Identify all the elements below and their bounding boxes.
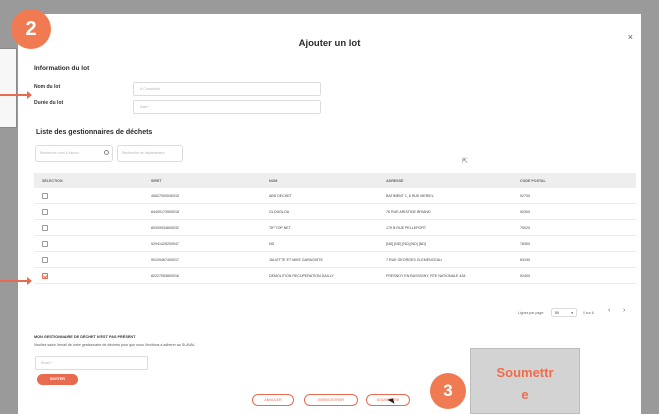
callout-line-2: e [521, 387, 529, 402]
per-page-select[interactable]: 50 ▾ [551, 308, 577, 317]
adresse-cell: BATIMENT 1, 6 RUE MERIEL [386, 193, 434, 198]
table-header: SÉLECTION SIRET NOM ADRESSE CODE POSTAL [34, 173, 636, 188]
step-2-badge: 2 [11, 9, 51, 49]
header-nom: NOM [269, 178, 278, 183]
close-icon[interactable]: × [628, 32, 633, 42]
waste-managers-table: SÉLECTION SIRET NOM ADRESSE CODE POSTAL … [34, 173, 636, 284]
selection-cell [34, 192, 151, 199]
siret-cell: 82227053800016 [151, 273, 179, 278]
mouse-pointer-icon: ⇱ [462, 158, 468, 165]
search-icon [104, 150, 109, 155]
cancel-button[interactable]: ANNULER [252, 394, 294, 406]
row-checkbox[interactable] [42, 224, 48, 231]
nom-cell: ND [269, 241, 275, 246]
lot-name-field[interactable]: À Consolider [133, 82, 321, 96]
lot-name-label: Nom du lot [34, 84, 61, 90]
next-page-icon[interactable]: › [623, 307, 625, 314]
page-range: 0 sur 6 [583, 311, 594, 315]
table-row[interactable]: 84400173900018 GLOUGLOU 76 RUE ARISTIDE BR… [34, 204, 636, 220]
siret-cell: 90109467400017 [151, 257, 179, 262]
siret-cell: 84400173900018 [151, 209, 179, 214]
selection-cell [34, 208, 151, 215]
siret-cell: 80309934600032 [151, 225, 179, 230]
code-postal-cell: 78300 [520, 241, 530, 246]
table-row[interactable]: 80309934600032 TIP TOP NET 179 B RUE PELLE… [34, 220, 636, 236]
table-row[interactable]: 90109467400017 JULIETTE ET MIKE GARAGISTE… [34, 252, 636, 268]
missing-manager-description: Veuillez saisir l'email de votre gestion… [34, 343, 195, 347]
selection-cell [34, 240, 151, 247]
row-checkbox[interactable] [42, 208, 48, 215]
search-placeholder: Recherche nom & raison [40, 151, 79, 155]
arrow-to-selected-row [0, 277, 32, 285]
per-page-value: 50 [555, 311, 559, 315]
table-row[interactable]: 92941425200047 ND [ND] [ND] [ND] [ND] [ND]… [34, 236, 636, 252]
lot-info-title: Information du lot [34, 65, 90, 72]
annotation-side-box [0, 48, 17, 128]
invite-button[interactable]: INVITER [37, 374, 78, 385]
code-postal-cell: 92700 [520, 193, 530, 198]
nom-cell: GLOUGLOU [269, 209, 290, 214]
nom-cell: TIP TOP NET [269, 225, 291, 230]
row-checkbox[interactable] [42, 240, 48, 247]
submit-callout: Soumettr e [470, 348, 580, 414]
row-checkbox[interactable] [42, 256, 48, 263]
siret-cell: 92941425200047 [151, 241, 179, 246]
nom-cell: DEMOLITION RECUPERATION DAILLY [269, 273, 334, 278]
prev-page-icon[interactable]: ‹ [608, 307, 610, 314]
code-postal-cell: 63190 [520, 257, 530, 262]
header-siret: SIRET [151, 178, 162, 183]
department-filter-input[interactable]: Recherche de département [117, 145, 183, 162]
selection-cell [34, 224, 151, 231]
callout-line-1: Soumettr [496, 365, 554, 380]
list-title: Liste des gestionnaires de déchets [36, 129, 153, 136]
callout-text: Soumettr e [471, 362, 579, 406]
header-selection: SÉLECTION [42, 178, 63, 183]
chevron-down-icon: ▾ [571, 311, 573, 315]
row-checkbox[interactable] [42, 272, 48, 279]
siret-cell: 40627000040015 [151, 193, 179, 198]
search-input[interactable]: Recherche nom & raison [35, 145, 113, 162]
row-checkbox[interactable] [42, 192, 48, 199]
lot-duration-label: Durée du lot [34, 100, 64, 106]
code-postal-cell: 52400 [520, 273, 530, 278]
adresse-cell: 179 B RUE PELLEPORT [386, 225, 427, 230]
lot-duration-field[interactable]: Date * [133, 100, 321, 114]
missing-manager-title: MON GESTIONNAIRE DE DÉCHET N'EST PAS PRÉ… [34, 335, 136, 339]
header-adresse: ADRESSE [386, 178, 404, 183]
save-button[interactable]: ENREGISTRER [304, 394, 358, 406]
email-field[interactable]: Email * [35, 356, 148, 370]
header-code-postal: CODE POSTAL [520, 178, 546, 183]
code-postal-cell: 75020 [520, 225, 530, 230]
per-page-label: Lignes par page: [518, 311, 545, 315]
modal-title: Ajouter un lot [298, 38, 361, 49]
table-row[interactable]: 82227053800016 DEMOLITION RECUPERATION DA… [34, 268, 636, 284]
code-postal-cell: 92300 [520, 209, 530, 214]
adresse-cell: 7 RUE GEORGES CLEMENCEAU [386, 257, 442, 262]
step-3-badge: 3 [430, 373, 466, 409]
selection-cell [34, 272, 151, 279]
nom-cell: JULIETTE ET MIKE GARAGISTE [269, 257, 323, 262]
adresse-cell: 76 RUE ARISTIDE BRIAND [386, 209, 431, 214]
adresse-cell: FRESNOY EN BASSIGNY, RTE NATIONALE 428 [386, 273, 466, 278]
adresse-cell: [ND] [ND] [ND] [ND] [ND] [386, 241, 426, 246]
arrow-to-name-field [0, 91, 32, 99]
nom-cell: ABS DECHET [269, 193, 292, 198]
selection-cell [34, 256, 151, 263]
table-row[interactable]: 40627000040015 ABS DECHET BATIMENT 1, 6 RU… [34, 188, 636, 204]
